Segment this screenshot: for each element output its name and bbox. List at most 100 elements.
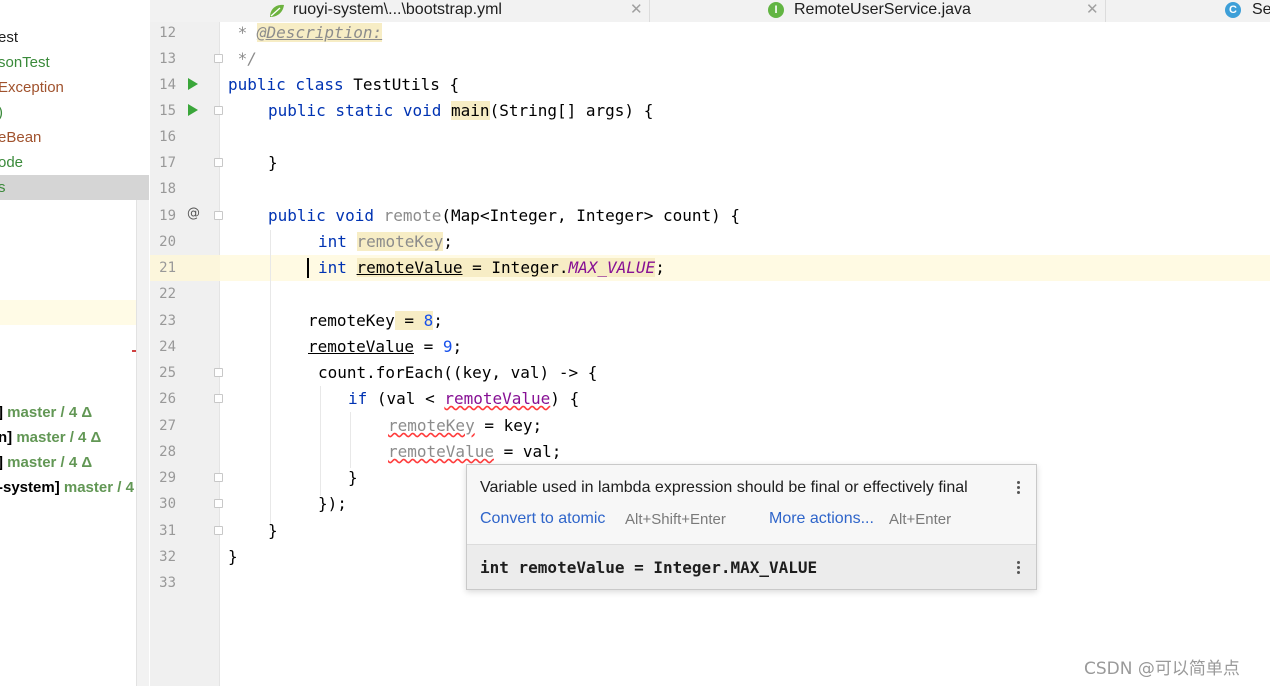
line-number: 19	[159, 208, 176, 224]
selected-tree-row	[0, 175, 149, 200]
line-number: 21	[159, 260, 176, 276]
code-line-30: });	[318, 494, 347, 513]
indent-guide	[320, 386, 321, 496]
fold-marker-icon[interactable]	[214, 526, 223, 535]
code-line-13: */	[228, 49, 257, 68]
interface-icon: I	[768, 2, 784, 18]
line-number: 14	[159, 77, 176, 93]
tab-label: ruoyi-system\...\bootstrap.yml	[293, 1, 502, 18]
code-line-31: }	[268, 521, 278, 540]
code-line-14: public class TestUtils {	[228, 75, 460, 94]
vcs-root-item[interactable]: n] master / 4 Δ	[0, 425, 101, 450]
inspection-popup: Variable used in lambda expression shoul…	[466, 464, 1037, 590]
tab-label: Se	[1252, 1, 1270, 18]
line-number: 18	[159, 181, 176, 197]
tab-label: RemoteUserService.java	[794, 1, 971, 18]
line-number: 26	[159, 391, 176, 407]
vcs-root-name: n]	[0, 429, 13, 446]
watermark: CSDN @可以简单点	[1084, 659, 1240, 679]
more-options-icon[interactable]	[1017, 561, 1021, 576]
line-number: 17	[159, 155, 176, 171]
fold-marker-icon[interactable]	[214, 211, 223, 220]
fold-marker-icon[interactable]	[214, 394, 223, 403]
fold-marker-icon[interactable]	[214, 106, 223, 115]
vcs-branch: master / 4 Δ	[7, 454, 93, 471]
line-number: 22	[159, 286, 176, 302]
highlighted-tree-row	[0, 300, 147, 325]
fold-marker-icon[interactable]	[214, 473, 223, 482]
line-number: 29	[159, 470, 176, 486]
code-line-27: remoteKey = key;	[388, 416, 543, 435]
vcs-root-name: ]	[0, 454, 3, 471]
code-line-25: count.forEach((key, val) -> {	[318, 363, 598, 382]
annotation-marker-icon[interactable]: @	[187, 206, 200, 221]
tab-remote-user-service[interactable]: I RemoteUserService.java ✕	[650, 0, 1106, 22]
line-number: 27	[159, 418, 176, 434]
code-line-15: public static void main(String[] args) {	[268, 101, 654, 120]
vcs-root-item[interactable]: -system] master / 4 Δ	[0, 475, 149, 500]
line-number: 16	[159, 129, 176, 145]
fold-marker-icon[interactable]	[214, 368, 223, 377]
tab-se[interactable]: C Se	[1106, 0, 1270, 22]
indent-guide	[350, 412, 351, 468]
code-line-19: public void remote(Map<Integer, Integer>…	[268, 206, 741, 225]
code-line-12: * @Description:	[228, 23, 383, 42]
code-line-29: }	[348, 468, 358, 487]
shortcut-hint: Alt+Shift+Enter	[625, 511, 726, 528]
tree-item[interactable]: est	[0, 25, 18, 50]
vcs-root-name: ]	[0, 404, 3, 421]
line-number: 12	[159, 25, 176, 41]
inspection-message: Variable used in lambda expression shoul…	[480, 479, 968, 496]
line-number: 20	[159, 234, 176, 250]
line-number: 23	[159, 313, 176, 329]
shortcut-hint: Alt+Enter	[889, 511, 952, 528]
vcs-branch: master / 4 Δ	[16, 429, 102, 446]
run-icon[interactable]	[188, 104, 198, 116]
code-line-17: }	[268, 153, 278, 172]
indent-guide	[270, 230, 271, 530]
error-highlight[interactable]: remoteKey	[388, 416, 475, 435]
declaration-preview: int remoteValue = Integer.MAX_VALUE	[480, 558, 818, 577]
tree-item[interactable]: Exception	[0, 75, 64, 100]
line-number: 25	[159, 365, 176, 381]
code-line-32: }	[228, 547, 238, 566]
code-line-20: int remoteKey;	[318, 232, 453, 251]
code-line-23: remoteKey = 8;	[308, 311, 443, 330]
vcs-root-item[interactable]: ] master / 4 Δ	[0, 450, 92, 475]
tree-item[interactable]: eBean	[0, 125, 41, 150]
line-number: 28	[159, 444, 176, 460]
error-highlight[interactable]: remoteValue	[444, 389, 550, 408]
more-actions-link[interactable]: More actions...	[769, 510, 874, 528]
error-highlight[interactable]: remoteValue	[388, 442, 494, 461]
tab-bootstrap-yml[interactable]: ruoyi-system\...\bootstrap.yml ✕	[150, 0, 650, 22]
close-icon[interactable]: ✕	[1086, 0, 1099, 20]
javadoc-tag: @Description:	[256, 23, 383, 42]
line-number: 24	[159, 339, 176, 355]
fold-marker-icon[interactable]	[214, 54, 223, 63]
tree-item[interactable]: ode	[0, 150, 23, 175]
code-line-21: int remoteValue = Integer.MAX_VALUE;	[318, 258, 665, 277]
code-line-26: if (val < remoteValue) {	[348, 389, 580, 408]
run-icon[interactable]	[188, 78, 198, 90]
tree-item[interactable]: sonTest	[0, 50, 50, 75]
fold-marker-icon[interactable]	[214, 158, 223, 167]
close-icon[interactable]: ✕	[630, 0, 643, 20]
vcs-root-item[interactable]: ] master / 4 Δ	[0, 400, 92, 425]
vertical-scrollbar[interactable]	[136, 200, 149, 686]
fold-marker-icon[interactable]	[214, 499, 223, 508]
tree-item[interactable]: s	[0, 175, 6, 200]
code-line-24: remoteValue = 9;	[308, 337, 463, 356]
text-caret	[307, 258, 309, 278]
code-line-28: remoteValue = val;	[388, 442, 562, 461]
line-number: 33	[159, 575, 176, 591]
more-options-icon[interactable]	[1017, 481, 1021, 496]
line-number: 15	[159, 103, 176, 119]
line-number: 32	[159, 549, 176, 565]
class-icon: C	[1225, 2, 1241, 18]
vcs-branch: master / 4 Δ	[7, 404, 93, 421]
line-number: 30	[159, 496, 176, 512]
convert-to-atomic-link[interactable]: Convert to atomic	[480, 510, 605, 528]
line-number: 31	[159, 523, 176, 539]
line-number: 13	[159, 51, 176, 67]
tree-item[interactable]: )	[0, 100, 3, 125]
